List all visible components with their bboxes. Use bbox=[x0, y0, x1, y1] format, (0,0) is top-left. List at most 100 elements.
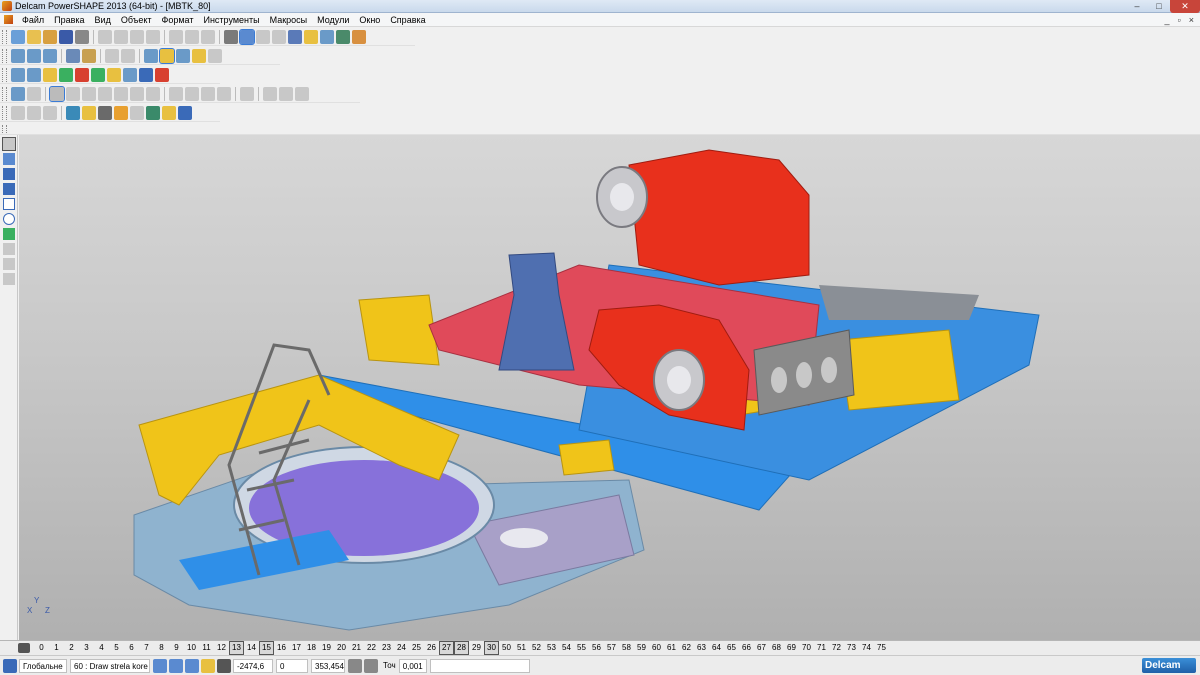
yellow-solid-icon[interactable] bbox=[43, 67, 57, 82]
3d-viewport[interactable]: X Y Z bbox=[19, 135, 1200, 640]
close-button[interactable]: ✕ bbox=[1170, 0, 1200, 13]
pan-icon[interactable] bbox=[82, 48, 96, 63]
level-58-button[interactable]: 58 bbox=[619, 642, 634, 654]
level-2-button[interactable]: 2 bbox=[64, 642, 79, 654]
level-7-button[interactable]: 7 bbox=[139, 642, 154, 654]
level-26-button[interactable]: 26 bbox=[424, 642, 439, 654]
level-8-button[interactable]: 8 bbox=[154, 642, 169, 654]
render-icon[interactable] bbox=[178, 105, 192, 120]
level-69-button[interactable]: 69 bbox=[784, 642, 799, 654]
cut-icon[interactable] bbox=[98, 29, 112, 44]
new-file-icon[interactable] bbox=[11, 29, 25, 44]
level-70-button[interactable]: 70 bbox=[799, 642, 814, 654]
intersect-icon[interactable] bbox=[201, 86, 215, 101]
zoom-out-icon[interactable] bbox=[121, 48, 135, 63]
mirror-icon[interactable] bbox=[240, 86, 254, 101]
level-62-button[interactable]: 62 bbox=[679, 642, 694, 654]
level-53-button[interactable]: 53 bbox=[544, 642, 559, 654]
menu-object[interactable]: Объект bbox=[116, 13, 157, 27]
fillet-tool-icon[interactable] bbox=[3, 273, 15, 285]
rotate-icon[interactable] bbox=[66, 48, 80, 63]
globe-icon[interactable] bbox=[144, 48, 158, 63]
intelligent-cursor-icon[interactable] bbox=[185, 658, 199, 673]
level-56-button[interactable]: 56 bbox=[589, 642, 604, 654]
line-tool-icon[interactable] bbox=[3, 168, 15, 180]
scale-icon[interactable] bbox=[279, 86, 293, 101]
copy-object-icon[interactable] bbox=[27, 86, 41, 101]
copy-icon[interactable] bbox=[114, 29, 128, 44]
repeat-icon[interactable] bbox=[201, 29, 215, 44]
level-51-button[interactable]: 51 bbox=[514, 642, 529, 654]
menu-file[interactable]: Файл bbox=[17, 13, 49, 27]
toolbar-grip[interactable] bbox=[2, 67, 7, 82]
shell-icon[interactable] bbox=[98, 86, 112, 101]
level-55-button[interactable]: 55 bbox=[574, 642, 589, 654]
level-65-button[interactable]: 65 bbox=[724, 642, 739, 654]
view-front-icon[interactable] bbox=[11, 48, 25, 63]
cut-solid-icon[interactable] bbox=[130, 86, 144, 101]
block-icon[interactable] bbox=[98, 105, 112, 120]
pattern-icon[interactable] bbox=[263, 86, 277, 101]
level-75-button[interactable]: 75 bbox=[874, 642, 889, 654]
grid-toggle-icon[interactable] bbox=[217, 658, 231, 673]
select-icon[interactable] bbox=[224, 29, 238, 44]
open-folder-icon[interactable] bbox=[43, 29, 57, 44]
hole-icon[interactable] bbox=[114, 86, 128, 101]
snap-icon[interactable] bbox=[153, 658, 167, 673]
toolbar-grip[interactable] bbox=[2, 124, 7, 133]
level-18-button[interactable]: 18 bbox=[304, 642, 319, 654]
level-28-button[interactable]: 28 bbox=[454, 641, 469, 655]
boolean-icon[interactable] bbox=[49, 85, 65, 102]
delete-icon[interactable] bbox=[146, 29, 160, 44]
y-coordinate-field[interactable]: 0 bbox=[276, 658, 308, 673]
sheet-icon[interactable] bbox=[11, 67, 25, 82]
layers-icon[interactable] bbox=[18, 643, 30, 653]
menu-macros[interactable]: Макросы bbox=[265, 13, 313, 27]
level-12-button[interactable]: 12 bbox=[214, 642, 229, 654]
level-23-button[interactable]: 23 bbox=[379, 642, 394, 654]
level-3-button[interactable]: 3 bbox=[79, 642, 94, 654]
level-29-button[interactable]: 29 bbox=[469, 642, 484, 654]
view-iso-icon[interactable] bbox=[43, 48, 57, 63]
minimize-button[interactable]: – bbox=[1126, 0, 1148, 13]
level-61-button[interactable]: 61 bbox=[664, 642, 679, 654]
zoom-in-icon[interactable] bbox=[105, 48, 119, 63]
level-9-button[interactable]: 9 bbox=[169, 642, 184, 654]
x-coordinate-field[interactable]: -2474,6 bbox=[233, 658, 273, 673]
level-68-button[interactable]: 68 bbox=[769, 642, 784, 654]
split-icon[interactable] bbox=[217, 86, 231, 101]
grid-icon[interactable] bbox=[130, 105, 144, 120]
workplane-select[interactable]: Глобальне bbox=[19, 658, 67, 673]
level-19-button[interactable]: 19 bbox=[319, 642, 334, 654]
level-73-button[interactable]: 73 bbox=[844, 642, 859, 654]
level-25-button[interactable]: 25 bbox=[409, 642, 424, 654]
toolbar-grip[interactable] bbox=[2, 29, 7, 44]
sphere-icon[interactable] bbox=[66, 105, 80, 120]
wedge-icon[interactable] bbox=[114, 105, 128, 120]
open-file-icon[interactable] bbox=[27, 29, 41, 44]
menu-help[interactable]: Справка bbox=[385, 13, 430, 27]
menu-edit[interactable]: Правка bbox=[49, 13, 89, 27]
level-67-button[interactable]: 67 bbox=[754, 642, 769, 654]
level-select[interactable]: 60 : Draw strela kore bbox=[70, 658, 150, 673]
curve-icon[interactable] bbox=[272, 29, 286, 44]
lighting-icon[interactable] bbox=[192, 48, 206, 63]
view-top-icon[interactable] bbox=[27, 48, 41, 63]
measure-icon[interactable] bbox=[11, 105, 25, 120]
edit-icon[interactable] bbox=[11, 86, 25, 101]
doc-close-button[interactable]: × bbox=[1189, 13, 1194, 27]
level-14-button[interactable]: 14 bbox=[244, 642, 259, 654]
wizard-icon[interactable] bbox=[352, 29, 366, 44]
level-5-button[interactable]: 5 bbox=[109, 642, 124, 654]
arc-tool-icon[interactable] bbox=[3, 183, 15, 195]
fillet-icon[interactable] bbox=[66, 86, 80, 101]
box-icon[interactable] bbox=[123, 67, 137, 82]
spring-icon[interactable] bbox=[146, 105, 160, 120]
cone-icon[interactable] bbox=[91, 67, 105, 82]
level-21-button[interactable]: 21 bbox=[349, 642, 364, 654]
level-22-button[interactable]: 22 bbox=[364, 642, 379, 654]
doc-restore-button[interactable]: ▫ bbox=[1178, 13, 1181, 27]
green-solid-icon[interactable] bbox=[59, 67, 73, 82]
level-57-button[interactable]: 57 bbox=[604, 642, 619, 654]
level-60-button[interactable]: 60 bbox=[649, 642, 664, 654]
